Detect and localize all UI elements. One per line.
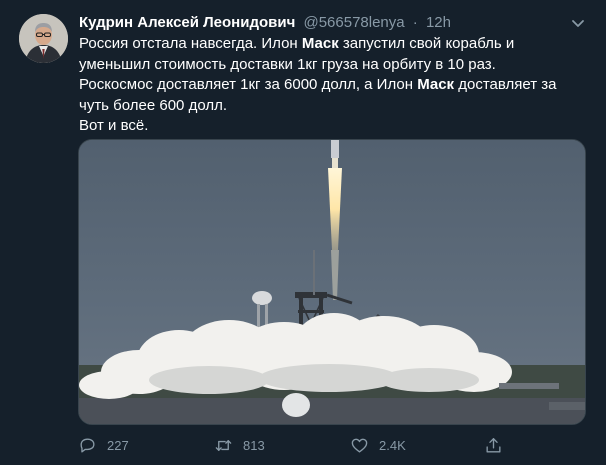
share-icon <box>486 437 501 453</box>
tweet-text: Россия отстала навсегда. Илон Маск запус… <box>79 34 589 137</box>
share-button[interactable] <box>484 433 503 457</box>
tweet-text-line: чуть более 600 долл. <box>79 96 228 114</box>
retweet-icon <box>215 439 232 451</box>
separator-dot: · <box>412 14 418 31</box>
reply-icon <box>80 437 95 453</box>
more-options-button[interactable] <box>568 13 588 33</box>
tweet-text-line: Вот и всё. <box>79 117 149 134</box>
heart-icon <box>351 438 368 453</box>
tweet-header: Кудрин Алексей Леонидович @566578lenya ·… <box>79 13 451 33</box>
tweet-media-image[interactable] <box>78 139 586 425</box>
avatar[interactable] <box>19 14 68 63</box>
highlight-keyword: Маск <box>417 76 455 93</box>
reply-button[interactable]: 227 <box>78 433 129 457</box>
tweet-actions: 227 813 2.4K <box>78 433 586 457</box>
text-segment: доставляет за <box>454 76 557 93</box>
rocket-launch-photo <box>79 140 585 424</box>
retweet-count: 813 <box>243 437 265 453</box>
retweet-button[interactable]: 813 <box>214 433 265 457</box>
tweet-text-line: уменьшил стоимость доставки 1кг груза на… <box>79 55 496 73</box>
author-name[interactable]: Кудрин Алексей Леонидович <box>79 14 295 31</box>
avatar-photo <box>19 14 68 63</box>
like-count: 2.4K <box>379 437 406 453</box>
tweet-text-line: Россия отстала навсегда. Илон Маск запус… <box>79 34 589 55</box>
text-segment: Россия отстала навсегда. Илон <box>79 35 302 52</box>
reply-count: 227 <box>107 437 129 453</box>
highlight-keyword: Маск <box>301 35 339 52</box>
like-button[interactable]: 2.4K <box>350 433 406 457</box>
chevron-down-icon <box>572 20 584 27</box>
text-segment: Роскосмос доставляет 1кг за 6000 долл, а… <box>79 76 418 93</box>
text-segment: запустил свой корабль и <box>338 35 515 52</box>
tweet-timestamp[interactable]: 12h <box>426 14 451 31</box>
tweet-text-line: Роскосмос доставляет 1кг за 6000 долл, а… <box>79 75 589 96</box>
author-handle[interactable]: @566578lenya <box>303 14 404 31</box>
tweet[interactable]: Кудрин Алексей Леонидович @566578lenya ·… <box>0 0 606 465</box>
